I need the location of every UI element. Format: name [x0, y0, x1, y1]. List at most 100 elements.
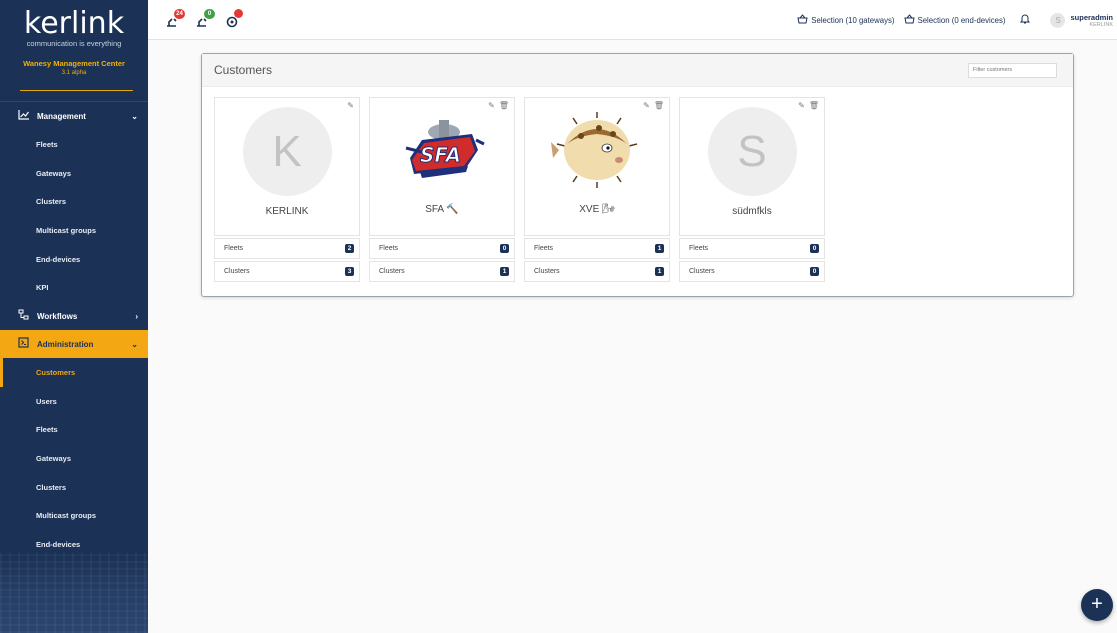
brand-block: kerlink communication is everything Wane… [0, 0, 148, 102]
customer-name-text: XVE [579, 204, 600, 215]
nav-section-label: Administration [37, 339, 94, 349]
card-actions: ✎ [343, 101, 354, 110]
notification-badge [234, 9, 243, 18]
chevron-down-icon: ⌄ [131, 339, 138, 349]
chevron-down-icon: ⌄ [131, 111, 138, 121]
chart-line-icon [17, 109, 29, 123]
chevron-right-icon: › [135, 311, 138, 321]
edit-icon[interactable]: ✎ [488, 101, 495, 110]
customer-card-body[interactable]: ✎ K KERLINK [214, 97, 360, 236]
customer-card: ✎ 🗑 SFA SFA 🔨 Fleets 0 Clusters 1 [369, 97, 515, 282]
customer-name: SFA 🔨 [370, 204, 514, 215]
clusters-stat[interactable]: Clusters 0 [679, 261, 825, 282]
sidebar-item-admin-gateways[interactable]: Gateways [0, 444, 148, 473]
brand-tagline: communication is everything [26, 39, 122, 48]
stat-label: Clusters [224, 268, 250, 275]
clusters-stat[interactable]: Clusters 1 [369, 261, 515, 282]
sidebar-item-users[interactable]: Users [0, 387, 148, 416]
clusters-stat[interactable]: Clusters 3 [214, 261, 360, 282]
device-alert-notification[interactable] [226, 9, 248, 30]
sidebar-item-admin-clusters[interactable]: Clusters [0, 473, 148, 502]
customer-avatar: K [242, 107, 332, 196]
clusters-count-badge: 1 [655, 267, 664, 276]
edit-icon[interactable]: ✎ [798, 101, 805, 110]
stat-label: Fleets [224, 245, 244, 252]
trash-icon[interactable]: 🗑 [809, 101, 819, 110]
fleets-stat[interactable]: Fleets 0 [679, 238, 825, 259]
edit-icon[interactable]: ✎ [643, 101, 650, 110]
panel-header: Customers [202, 54, 1073, 87]
stat-label: Fleets [379, 245, 399, 252]
stat-label: Clusters [689, 268, 715, 275]
sidebar-nav: Management ⌄ Fleets Gateways Clusters Mu… [0, 102, 148, 559]
user-menu[interactable]: S superadmin KERLINK [1050, 12, 1113, 28]
app-name: Wanesy Management Center [23, 59, 125, 68]
sidebar-item-clusters[interactable]: Clusters [0, 187, 148, 216]
sidebar-item-kpi[interactable]: KPI [0, 273, 148, 302]
pufferfish-image [547, 110, 647, 194]
stat-label: Clusters [534, 268, 560, 275]
user-organization: KERLINK [1089, 21, 1113, 28]
nav-section-label: Management [37, 111, 86, 121]
avatar: S [1050, 12, 1066, 28]
stat-label: Fleets [534, 245, 554, 252]
workflow-icon [17, 309, 29, 323]
fleets-count-badge: 1 [655, 244, 664, 253]
gateway-selection-label: Selection (10 gateways) [811, 15, 895, 25]
sidebar-item-admin-fleets[interactable]: Fleets [0, 416, 148, 445]
page-title: Customers [214, 63, 273, 77]
clusters-stat[interactable]: Clusters 1 [524, 261, 670, 282]
trash-icon[interactable]: 🗑 [499, 101, 509, 110]
sidebar-item-fleets[interactable]: Fleets [0, 130, 148, 159]
sfa-lumberjacks-logo: SFA [392, 110, 492, 194]
customer-avatar: S [707, 107, 797, 196]
nav-section-label: Workflows [37, 311, 78, 321]
fleets-stat[interactable]: Fleets 2 [214, 238, 360, 259]
app-version: 3.1 alpha [61, 70, 87, 76]
sidebar-item-customers[interactable]: Customers [0, 358, 148, 387]
filter-customers-input[interactable] [968, 62, 1057, 78]
fleets-stat[interactable]: Fleets 0 [369, 238, 515, 259]
sidebar: kerlink communication is everything Wane… [0, 0, 148, 633]
stat-label: Fleets [689, 245, 709, 252]
topbar: 24 0 Selection (10 gateways) Selection (… [148, 0, 1117, 40]
edit-icon[interactable]: ✎ [347, 101, 354, 110]
clusters-count-badge: 3 [345, 267, 354, 276]
trash-icon[interactable]: 🗑 [654, 101, 664, 110]
gateway-ok-notification[interactable]: 0 [196, 9, 218, 30]
fleets-count-badge: 0 [500, 244, 509, 253]
sidebar-item-admin-multicast-groups[interactable]: Multicast groups [0, 502, 148, 531]
end-device-selection-label: Selection (0 end-devices) [917, 15, 1006, 25]
fleets-stat[interactable]: Fleets 1 [524, 238, 670, 259]
customer-name-text: SFA [425, 204, 444, 215]
notification-badge: 0 [204, 9, 215, 19]
nav-section-management[interactable]: Management ⌄ [0, 102, 148, 130]
sidebar-item-end-devices[interactable]: End-devices [0, 245, 148, 274]
customer-card-body[interactable]: ✎ 🗑 SFA SFA 🔨 [369, 97, 515, 236]
customer-card: ✎ 🗑 XVE 🌬 Fleets 1 Clusters 1 [524, 97, 670, 282]
customer-card: ✎ K KERLINK Fleets 2 Clusters 3 [214, 97, 360, 282]
card-actions: ✎ 🗑 [794, 101, 819, 110]
bell-icon[interactable] [1020, 13, 1031, 27]
nav-section-workflows[interactable]: Workflows › [0, 302, 148, 330]
user-name: superadmin [1070, 12, 1113, 22]
topbar-right: Selection (10 gateways) Selection (0 end… [797, 0, 1117, 40]
clusters-count-badge: 1 [500, 267, 509, 276]
svg-text:SFA: SFA [420, 143, 461, 167]
customer-name-text: KERLINK [265, 206, 309, 217]
sidebar-item-gateways[interactable]: Gateways [0, 159, 148, 188]
add-customer-button[interactable]: + [1081, 589, 1113, 621]
end-device-selection-button[interactable]: Selection (0 end-devices) [903, 13, 1006, 27]
customer-card: ✎ 🗑 S südmfkls Fleets 0 Clusters 0 [679, 97, 825, 282]
fleets-count-badge: 2 [345, 244, 354, 253]
gateway-selection-button[interactable]: Selection (10 gateways) [797, 13, 895, 27]
card-actions: ✎ 🗑 [484, 101, 509, 110]
customers-panel: Customers ✎ K KERLINK Fleets 2 Clusters … [201, 53, 1074, 297]
kerlink-logo[interactable]: kerlink [0, 8, 148, 40]
sidebar-item-multicast-groups[interactable]: Multicast groups [0, 216, 148, 245]
customer-card-body[interactable]: ✎ 🗑 XVE 🌬 [524, 97, 670, 236]
nav-section-administration[interactable]: Administration ⌄ [0, 330, 148, 359]
basket-icon [903, 13, 915, 27]
customer-card-body[interactable]: ✎ 🗑 S südmfkls [679, 97, 825, 236]
gateway-alert-notification[interactable]: 24 [166, 9, 188, 30]
